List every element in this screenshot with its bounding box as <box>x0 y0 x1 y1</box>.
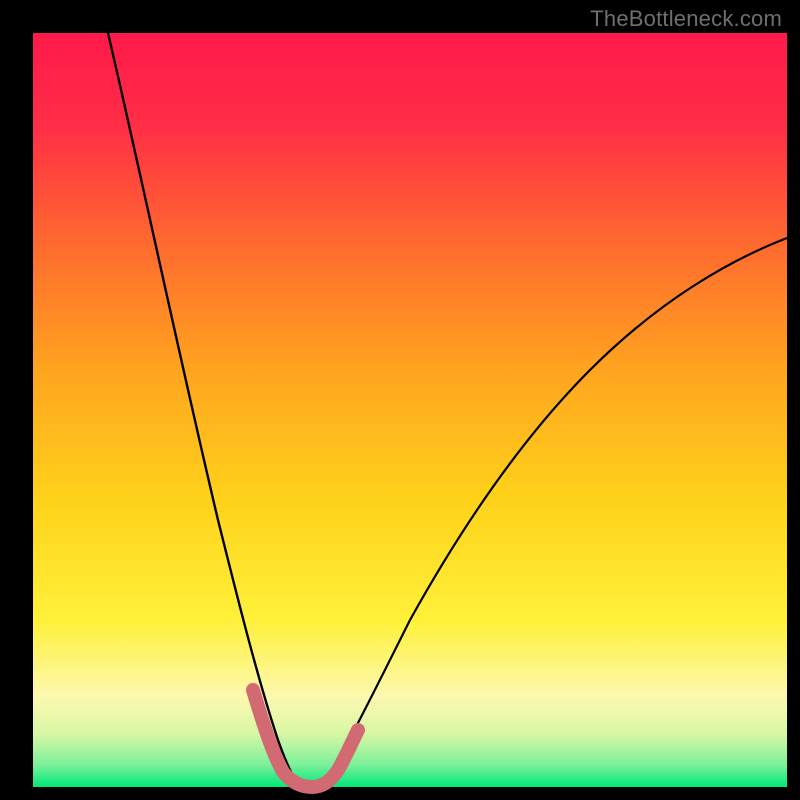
chart-frame: TheBottleneck.com <box>0 0 800 800</box>
watermark-text: TheBottleneck.com <box>590 6 782 32</box>
plot-background <box>33 33 787 787</box>
chart-svg <box>0 0 800 800</box>
